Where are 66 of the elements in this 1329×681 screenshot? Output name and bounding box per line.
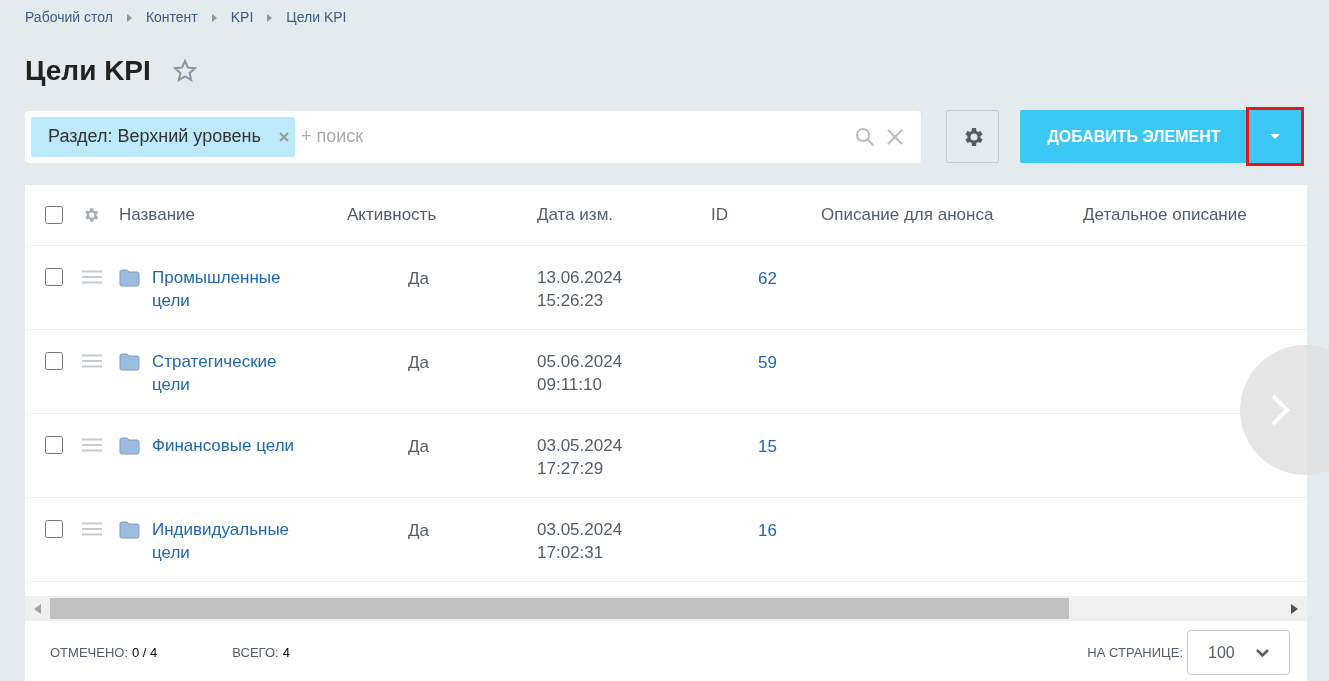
- folder-icon: [119, 521, 140, 539]
- filter-tag[interactable]: Раздел: Верхний уровень: [31, 116, 295, 157]
- per-page-label: НА СТРАНИЦЕ:: [1087, 643, 1183, 662]
- folder-icon: [119, 269, 140, 287]
- drag-handle-icon[interactable]: [82, 438, 102, 452]
- id-link[interactable]: 59: [758, 350, 777, 376]
- filter-tag-label: Раздел: Верхний уровень: [48, 125, 261, 148]
- total-count-label: ВСЕГО:: [232, 643, 279, 662]
- close-icon[interactable]: [278, 131, 289, 142]
- column-header[interactable]: Детальное описание: [1083, 202, 1247, 228]
- folder-icon: [119, 437, 140, 455]
- id-link[interactable]: 62: [758, 266, 777, 292]
- chevron-right-icon: [1270, 393, 1290, 427]
- table-cell-text: 13.06.2024 15:26:23: [537, 267, 624, 312]
- column-header[interactable]: Название: [119, 202, 347, 228]
- row-checkbox[interactable]: [45, 268, 63, 286]
- column-header[interactable]: Активность: [347, 202, 537, 228]
- table-cell-text: 03.05.2024 17:27:29: [537, 435, 624, 480]
- search-field[interactable]: Раздел: Верхний уровень + поиск: [25, 110, 922, 163]
- id-link[interactable]: 15: [758, 434, 777, 460]
- chevron-right-icon: [267, 13, 273, 22]
- breadcrumb-link[interactable]: Рабочий стол: [25, 7, 113, 28]
- row-checkbox[interactable]: [45, 520, 63, 538]
- per-page-select[interactable]: 100: [1187, 630, 1290, 675]
- dropdown-button[interactable]: [1246, 107, 1304, 166]
- table-cell-text: 05.06.2024 09:11:10: [537, 351, 624, 396]
- horizontal-scrollbar[interactable]: [25, 596, 1307, 621]
- breadcrumb-link[interactable]: KPI: [230, 7, 254, 28]
- selected-count-value: 0 / 4: [132, 643, 158, 662]
- section-link[interactable]: Индивидуальные цели: [152, 518, 304, 564]
- row-checkbox[interactable]: [45, 436, 63, 454]
- column-header[interactable]: Описание для анонса: [821, 202, 1083, 228]
- drag-handle-icon[interactable]: [82, 354, 102, 368]
- chevron-down-icon: [1256, 648, 1269, 657]
- table-cell-text: 03.05.2024 17:02:31: [537, 519, 624, 564]
- page-title: Цели KPI: [25, 54, 151, 88]
- close-icon[interactable]: [887, 128, 904, 145]
- column-header[interactable]: ID: [711, 202, 821, 228]
- select-all-checkbox[interactable]: [45, 206, 63, 224]
- id-link[interactable]: 16: [758, 518, 777, 544]
- breadcrumb-link[interactable]: Цели KPI: [286, 7, 347, 28]
- search-input[interactable]: + поиск: [300, 123, 856, 150]
- table-cell-text: Да: [407, 520, 430, 542]
- settings-button[interactable]: [946, 110, 999, 163]
- scrollbar-thumb[interactable]: [50, 598, 1069, 619]
- chevron-right-icon: [126, 13, 132, 22]
- total-count-value: 4: [282, 643, 290, 662]
- breadcrumb-link[interactable]: Контент: [145, 7, 198, 28]
- arrow-right-icon[interactable]: [1291, 603, 1298, 614]
- drag-handle-icon[interactable]: [82, 522, 102, 536]
- caret-icon: [1270, 134, 1280, 139]
- table-cell-text: Да: [407, 436, 430, 458]
- table-cell-text: Да: [407, 268, 430, 290]
- selected-count-label: ОТМЕЧЕНО:: [50, 643, 128, 662]
- arrow-left-icon[interactable]: [34, 603, 41, 614]
- star-icon[interactable]: [172, 59, 197, 83]
- drag-handle-icon[interactable]: [82, 270, 102, 284]
- search-icon[interactable]: [855, 126, 876, 147]
- folder-icon: [119, 353, 140, 371]
- chevron-right-icon: [211, 13, 217, 22]
- section-link[interactable]: Промышленные цели: [152, 266, 304, 312]
- section-link[interactable]: Финансовые цели: [152, 434, 304, 457]
- column-header[interactable]: Дата изм.: [537, 202, 711, 228]
- row-checkbox[interactable]: [45, 352, 63, 370]
- table-cell-text: Да: [407, 352, 430, 374]
- section-link[interactable]: Стратегические цели: [152, 350, 304, 396]
